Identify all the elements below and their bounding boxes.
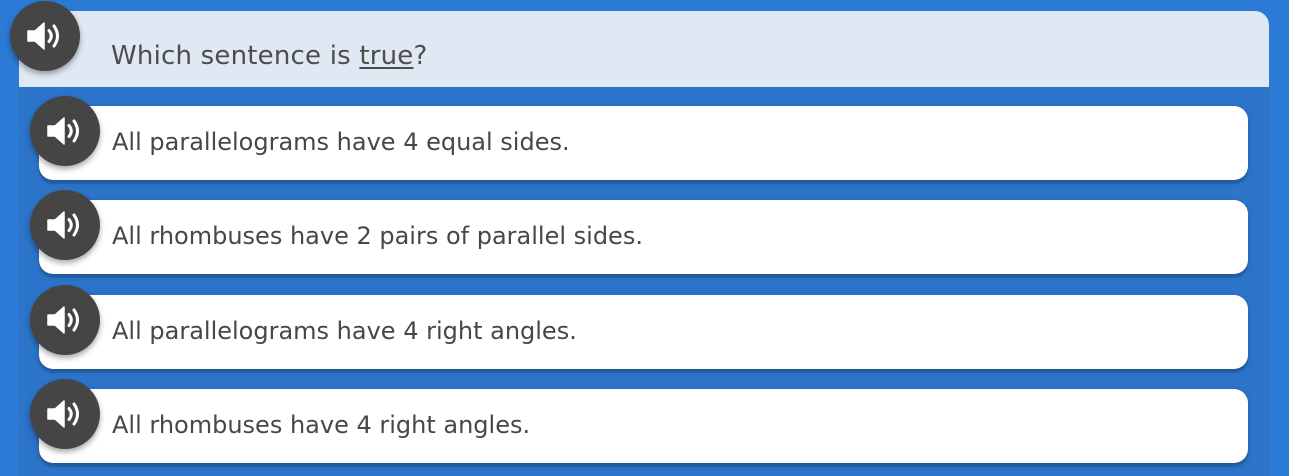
question-speaker-button[interactable] [10,1,80,71]
speaker-icon [47,306,79,334]
answer-3-speaker-button[interactable] [30,285,100,355]
answer-1-speaker-button[interactable] [30,96,100,166]
answer-option-1[interactable]: All parallelograms have 4 equal sides. [39,106,1248,180]
answer-option-label: All parallelograms have 4 right angles. [112,317,577,345]
question-suffix: ? [413,41,428,71]
answer-option-label: All rhombuses have 4 right angles. [112,411,531,439]
answer-option-4[interactable]: All rhombuses have 4 right angles. [39,389,1248,463]
answer-option-2[interactable]: All rhombuses have 2 pairs of parallel s… [39,200,1248,274]
answer-option-3[interactable]: All parallelograms have 4 right angles. [39,295,1248,369]
answer-4-speaker-button[interactable] [30,379,100,449]
question-bar: Which sentence is true? [19,11,1269,87]
answer-option-label: All rhombuses have 2 pairs of parallel s… [112,222,643,250]
question-prefix: Which sentence is [111,41,360,71]
answer-option-label: All parallelograms have 4 equal sides. [112,128,570,156]
answer-2-speaker-button[interactable] [30,190,100,260]
question-text: Which sentence is true? [111,41,428,71]
question-emphasis: true [359,41,414,71]
speaker-icon [27,22,59,50]
speaker-icon [47,400,79,428]
speaker-icon [47,117,79,145]
speaker-icon [47,211,79,239]
